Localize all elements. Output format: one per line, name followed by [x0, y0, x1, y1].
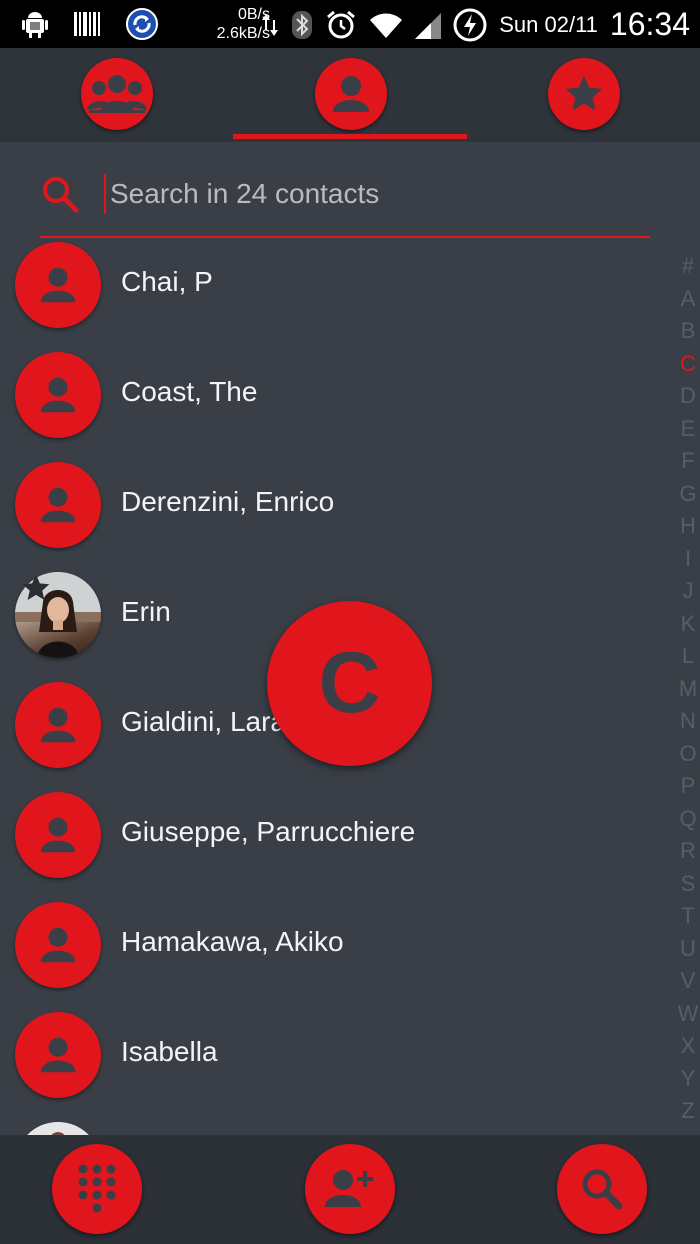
search-bar — [40, 160, 650, 238]
index-letter[interactable]: O — [676, 738, 700, 771]
index-letter[interactable]: D — [676, 380, 700, 413]
person-icon — [333, 76, 369, 112]
index-letter[interactable]: N — [676, 705, 700, 738]
contact-row-partial[interactable] — [0, 1120, 668, 1135]
android-debug-icon — [22, 12, 48, 38]
index-letter[interactable]: W — [676, 998, 700, 1031]
index-letter[interactable]: T — [676, 900, 700, 933]
index-letter[interactable]: P — [676, 770, 700, 803]
wifi-icon — [370, 13, 403, 38]
data-transfer-icon — [262, 13, 279, 36]
fast-scroll-letter-bubble: C — [267, 601, 432, 766]
status-left-icons — [22, 8, 158, 40]
contact-name: Erin — [121, 596, 171, 627]
index-letter-active[interactable]: C — [676, 348, 700, 381]
search-icon — [582, 1169, 623, 1210]
index-letter[interactable]: S — [676, 868, 700, 901]
contact-avatar[interactable] — [15, 1012, 101, 1098]
search-button[interactable] — [557, 1144, 647, 1234]
net-down-text: 2.6kB/s — [216, 25, 270, 42]
contact-name: Coast, The — [121, 376, 258, 407]
status-right-icons: Sun 02/11 16:34 — [261, 6, 690, 43]
index-letter[interactable]: Q — [676, 803, 700, 836]
index-letter[interactable]: R — [676, 835, 700, 868]
contact-name: Gialdini, Lara — [121, 706, 286, 737]
signal-icon — [415, 12, 442, 39]
groups-icon — [87, 75, 147, 113]
index-letter[interactable]: V — [676, 965, 700, 998]
index-letter[interactable]: K — [676, 608, 700, 641]
index-letter[interactable]: Z — [676, 1095, 700, 1128]
contact-row[interactable]: Isabella — [0, 1010, 668, 1120]
alphabet-index[interactable]: # A B C D E F G H I J K L M N O P Q R S … — [676, 250, 700, 1128]
tab-contacts[interactable] — [315, 58, 387, 130]
search-input[interactable] — [104, 174, 624, 214]
tab-favorites[interactable] — [548, 58, 620, 130]
add-contact-button[interactable] — [305, 1144, 395, 1234]
contact-photo[interactable] — [15, 1122, 101, 1135]
person-icon — [40, 1037, 76, 1073]
contact-name: Derenzini, Enrico — [121, 486, 335, 517]
index-letter[interactable]: B — [676, 315, 700, 348]
contact-avatar[interactable] — [15, 902, 101, 988]
bottom-action-bar — [0, 1135, 700, 1244]
sync-icon — [126, 8, 158, 40]
person-icon — [40, 817, 76, 853]
favorite-star-icon — [22, 574, 50, 600]
index-letter[interactable]: X — [676, 1030, 700, 1063]
status-date: Sun 02/11 — [499, 11, 598, 37]
index-letter[interactable]: L — [676, 640, 700, 673]
star-icon — [565, 75, 603, 111]
index-letter[interactable]: Y — [676, 1063, 700, 1096]
index-letter[interactable]: E — [676, 413, 700, 446]
contact-avatar[interactable] — [15, 462, 101, 548]
contact-row[interactable]: Hamakawa, Akiko — [0, 900, 668, 1010]
index-letter[interactable]: H — [676, 510, 700, 543]
index-letter[interactable]: I — [676, 543, 700, 576]
contact-name: Giuseppe, Parrucchiere — [121, 816, 416, 847]
network-speed: 0B/s 2.6kB/s — [200, 5, 270, 43]
contact-avatar[interactable] — [15, 682, 101, 768]
contact-avatar[interactable] — [15, 352, 101, 438]
contact-name: Chai, P — [121, 266, 213, 297]
contact-row[interactable]: Coast, The — [0, 350, 668, 460]
index-letter[interactable]: J — [676, 575, 700, 608]
index-letter[interactable]: U — [676, 933, 700, 966]
contact-avatar[interactable] — [15, 242, 101, 328]
tab-groups[interactable] — [81, 58, 153, 130]
dialpad-button[interactable] — [52, 1144, 142, 1234]
selected-tab-indicator — [233, 134, 467, 139]
contact-avatar[interactable] — [15, 792, 101, 878]
person-icon — [40, 377, 76, 413]
index-letter[interactable]: F — [676, 445, 700, 478]
barcode-icon — [74, 12, 100, 36]
status-bar: 0B/s 2.6kB/s Sun 02/11 16:34 — [0, 0, 700, 48]
person-icon — [40, 487, 76, 523]
dialpad-icon — [78, 1164, 116, 1213]
person-icon — [40, 707, 76, 743]
alarm-icon — [327, 10, 356, 38]
search-icon[interactable] — [40, 174, 80, 214]
index-letter[interactable]: A — [676, 283, 700, 316]
index-letter[interactable]: M — [676, 673, 700, 706]
add-person-icon — [325, 1170, 373, 1207]
person-icon — [40, 927, 76, 963]
contact-name: Hamakawa, Akiko — [121, 926, 344, 957]
contact-row[interactable]: Derenzini, Enrico — [0, 460, 668, 570]
net-up-text: 0B/s — [237, 6, 270, 23]
contact-row[interactable]: Chai, P — [0, 240, 668, 350]
person-icon — [40, 267, 76, 303]
index-letter[interactable]: # — [676, 250, 700, 283]
index-letter[interactable]: G — [676, 478, 700, 511]
contact-name: Isabella — [121, 1036, 218, 1067]
tab-bar — [0, 48, 700, 142]
battery-charging-icon — [453, 8, 487, 41]
contact-row[interactable]: Giuseppe, Parrucchiere — [0, 790, 668, 900]
bluetooth-icon — [292, 10, 313, 39]
portrait-photo-icon — [15, 1122, 101, 1135]
status-time: 16:34 — [609, 6, 690, 42]
